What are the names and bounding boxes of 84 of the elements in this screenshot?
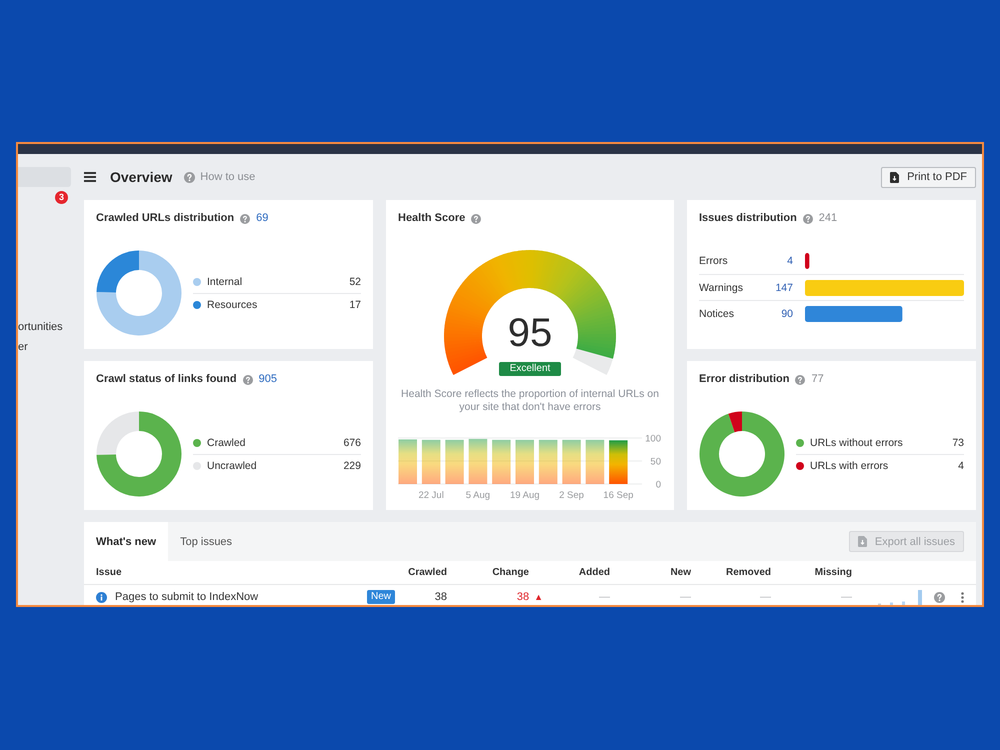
sidebar-item[interactable]: er [18, 337, 71, 357]
legend-label: Uncrawled [207, 460, 257, 472]
rating-label: Excellent [499, 362, 561, 376]
chart-bar [516, 440, 534, 484]
count-link[interactable]: 4 [769, 255, 793, 267]
table-cell: 38 [434, 591, 447, 603]
issue-type-label: Warnings [699, 282, 744, 294]
axis-label: 0 [656, 479, 661, 490]
count-link[interactable]: 905 [258, 373, 277, 386]
legend-label: URLs with errors [810, 460, 888, 472]
count-link[interactable]: 90 [769, 308, 793, 320]
health-score-description: Health Score reflects the proportion of internal URLs on your site that don't have errors [400, 388, 660, 414]
more-icon[interactable] [961, 592, 964, 602]
axis-label: 100 [645, 434, 661, 444]
change-arrow: ▲ [534, 592, 543, 602]
column-header[interactable]: Added [578, 567, 610, 578]
axis-label: 2 Sep [559, 490, 584, 501]
chart-bar [468, 438, 488, 484]
help-icon [184, 172, 196, 182]
legend-value: 52 [349, 276, 361, 288]
info-icon [96, 592, 107, 602]
axis-label: 22 Jul [418, 490, 444, 501]
health-score-value: 95 [508, 313, 552, 353]
legend-value: 676 [343, 436, 361, 448]
chart-bar [609, 440, 628, 484]
status-tag: New [366, 590, 395, 604]
legend-label: Internal [207, 276, 242, 288]
column-header[interactable]: Change [492, 567, 545, 578]
card-title: Crawled URLs distribution [96, 212, 234, 225]
help-icon [471, 214, 482, 224]
card-title: Issues distribution [699, 212, 797, 225]
help-icon [934, 592, 945, 602]
column-header[interactable]: Crawled [408, 567, 447, 578]
chart-bar [422, 440, 440, 484]
column-header[interactable]: Missing [814, 567, 852, 578]
legend-value: 4 [958, 460, 964, 472]
card-title: Error distribution [699, 373, 790, 386]
chart-bar [445, 440, 464, 484]
column-header[interactable]: Removed [726, 567, 771, 578]
chart-bar [398, 439, 417, 484]
print-button[interactable]: Print to PDF [881, 166, 976, 188]
chart-bar [562, 440, 581, 484]
menu-icon[interactable] [84, 172, 96, 182]
table-cell: 38 [516, 591, 530, 603]
table-cell: — [760, 591, 771, 603]
axis-label: 16 Sep [603, 490, 634, 501]
legend-value: 229 [343, 460, 361, 472]
legend-value: 73 [952, 436, 964, 448]
chart-bar [586, 440, 604, 484]
legend-label: URLs without errors [810, 436, 903, 448]
count-link[interactable]: 147 [769, 282, 793, 294]
help-icon [802, 214, 813, 224]
help-icon [795, 374, 806, 384]
column-header[interactable]: Issue [96, 567, 122, 578]
page-title: Overview [110, 168, 172, 186]
legend-label: Crawled [207, 436, 246, 448]
axis-label: 19 Aug [510, 490, 540, 501]
column-header[interactable]: New [670, 567, 691, 578]
table-cell: — [599, 591, 610, 603]
axis-label: 50 [650, 456, 661, 468]
table-cell: — [841, 591, 852, 603]
legend-label: Resources [207, 299, 258, 311]
issue-type-label: Errors [699, 255, 729, 267]
card-title: Crawl status of links found [96, 373, 237, 386]
card-title: Health Score [398, 212, 466, 225]
issue-type-label: Notices [699, 308, 736, 320]
count-link[interactable]: 69 [256, 212, 268, 225]
legend-value: 17 [349, 299, 361, 311]
card-count: 241 [818, 212, 838, 225]
help-icon [240, 214, 250, 224]
card-count: 77 [811, 373, 824, 386]
issue-link[interactable]: Pages to submit to IndexNow [115, 591, 258, 603]
table-cell: — [680, 591, 691, 603]
chart-bar [492, 440, 511, 484]
notification-badge: 3 [55, 190, 68, 204]
document-download-icon [858, 536, 867, 547]
tab[interactable]: Top issues [168, 522, 244, 561]
tab[interactable]: What's new [84, 522, 168, 561]
sidebar-item[interactable]: ortunities [18, 317, 71, 337]
axis-label: 5 Aug [466, 490, 490, 501]
sparkline-drawing [878, 590, 922, 604]
chart-bar [538, 440, 558, 484]
help-icon [242, 374, 253, 384]
document-download-icon [890, 172, 900, 182]
